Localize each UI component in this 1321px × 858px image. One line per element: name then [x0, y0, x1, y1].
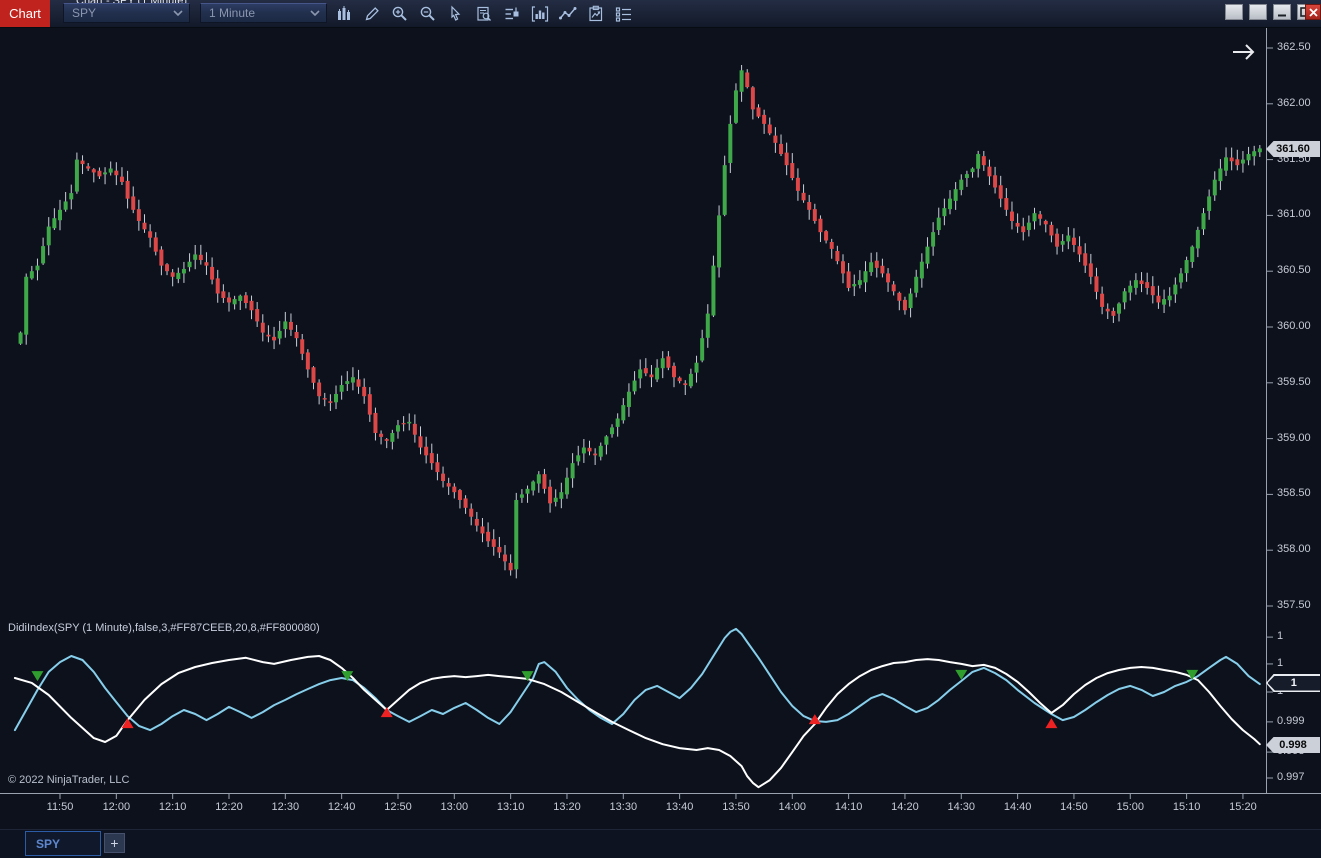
price-axis-tick-label: 360.00	[1277, 320, 1311, 332]
time-axis-tick-label: 14:30	[939, 801, 983, 813]
time-axis-tick-label: 15:10	[1165, 801, 1209, 813]
strategies-button[interactable]	[584, 3, 608, 24]
instrument-dropdown[interactable]: SPY	[63, 3, 190, 23]
data-box-icon	[475, 5, 493, 23]
chart-trader-button[interactable]	[500, 3, 524, 24]
indicator-panel-canvas[interactable]	[0, 617, 1321, 793]
chart-window: Chart - SPY (1 Minute) Chart SPY 1 Minut…	[0, 0, 1321, 857]
chevron-down-icon	[310, 10, 320, 16]
price-axis-tick-label: 360.50	[1277, 264, 1311, 276]
zoom-out-button[interactable]	[416, 3, 440, 24]
interval-dropdown-value: 1 Minute	[209, 6, 310, 20]
price-axis-tick-label: 359.00	[1277, 432, 1311, 444]
pencil-icon	[363, 5, 381, 23]
bar-chart-type-button[interactable]	[332, 3, 356, 24]
properties-button[interactable]	[612, 3, 636, 24]
price-axis-tick-label: 358.50	[1277, 487, 1311, 499]
window-button-1[interactable]	[1225, 4, 1243, 20]
instrument-dropdown-value: SPY	[72, 6, 173, 20]
go-to-last-bar-arrow-icon	[1230, 42, 1258, 62]
time-axis-tick-label: 14:40	[996, 801, 1040, 813]
strategies-icon	[587, 5, 605, 23]
close-icon	[1309, 8, 1318, 17]
cursor-icon	[447, 5, 465, 23]
price-axis-tick-label: 361.00	[1277, 208, 1311, 220]
time-axis-tick-label: 14:10	[827, 801, 871, 813]
time-axis-tick-label: 13:30	[601, 801, 645, 813]
price-chart-canvas[interactable]	[0, 28, 1321, 617]
price-axis-tick-label: 359.50	[1277, 376, 1311, 388]
bar-pattern-button[interactable]	[528, 3, 552, 24]
toolbar: Chart - SPY (1 Minute) Chart SPY 1 Minut…	[0, 0, 1321, 28]
time-axis-tick-label: 12:30	[263, 801, 307, 813]
interval-dropdown[interactable]: 1 Minute	[200, 3, 327, 23]
time-axis-tick-label: 13:00	[432, 801, 476, 813]
time-axis-tick-label: 13:20	[545, 801, 589, 813]
minimize-icon	[1277, 8, 1287, 17]
time-axis-tick-label: 12:20	[207, 801, 251, 813]
zoom-in-icon	[391, 5, 409, 23]
time-axis-tick-label: 14:20	[883, 801, 927, 813]
indicators-icon	[558, 5, 578, 23]
last-price-tag: 361.60	[1266, 141, 1320, 157]
time-axis-tick-label: 13:50	[714, 801, 758, 813]
time-axis-tick-label: 12:00	[94, 801, 138, 813]
zoom-in-button[interactable]	[388, 3, 412, 24]
indicator-blue-value-tag: 1	[1268, 676, 1321, 691]
price-axis-tick-label: 357.50	[1277, 599, 1311, 611]
time-axis-tick-label: 14:00	[770, 801, 814, 813]
price-axis-tick-label: 362.50	[1277, 41, 1311, 53]
minimize-button[interactable]	[1273, 4, 1291, 20]
time-axis-tick-label: 13:10	[489, 801, 533, 813]
indicator-axis-tick-label: 0.997	[1277, 771, 1305, 783]
indicator-white-value-tag: 0.998	[1266, 737, 1320, 753]
data-box-button[interactable]	[472, 3, 496, 24]
tab-bar: SPY +	[0, 829, 1321, 858]
time-axis-tick-label: 12:40	[320, 801, 364, 813]
zoom-out-icon	[419, 5, 437, 23]
window-button-2[interactable]	[1249, 4, 1267, 20]
time-axis-tick-label: 12:50	[376, 801, 420, 813]
indicator-label: DidiIndex(SPY (1 Minute),false,3,#FF87CE…	[8, 622, 320, 634]
bar-pattern-icon	[530, 5, 550, 23]
chevron-down-icon	[173, 10, 183, 16]
time-axis-tick-label: 14:50	[1052, 801, 1096, 813]
price-axis-tick-label: 362.00	[1277, 97, 1311, 109]
indicators-button[interactable]	[556, 3, 580, 24]
time-axis-tick-label: 13:40	[658, 801, 702, 813]
chart-trader-icon	[503, 5, 521, 23]
indicator-axis-tick-label: 0.999	[1277, 715, 1305, 727]
cursor-tool-button[interactable]	[444, 3, 468, 24]
time-axis-tick-label: 15:20	[1221, 801, 1265, 813]
close-button[interactable]	[1305, 4, 1321, 20]
price-axis-tick-label: 358.00	[1277, 543, 1311, 555]
time-axis-tick-label: 15:00	[1108, 801, 1152, 813]
copyright-text: © 2022 NinjaTrader, LLC	[8, 774, 129, 786]
time-axis-tick-label: 11:50	[38, 801, 82, 813]
properties-list-icon	[614, 5, 634, 23]
tab-spy[interactable]: SPY	[25, 831, 101, 856]
bar-chart-icon	[335, 5, 353, 23]
chart-window-tab[interactable]: Chart	[0, 0, 50, 27]
drawing-tools-button[interactable]	[360, 3, 384, 24]
indicator-axis-tick-label: 1	[1277, 657, 1283, 669]
add-tab-button[interactable]: +	[104, 833, 125, 853]
indicator-axis-tick-label: 1	[1277, 630, 1283, 642]
time-axis-tick-label: 12:10	[151, 801, 195, 813]
